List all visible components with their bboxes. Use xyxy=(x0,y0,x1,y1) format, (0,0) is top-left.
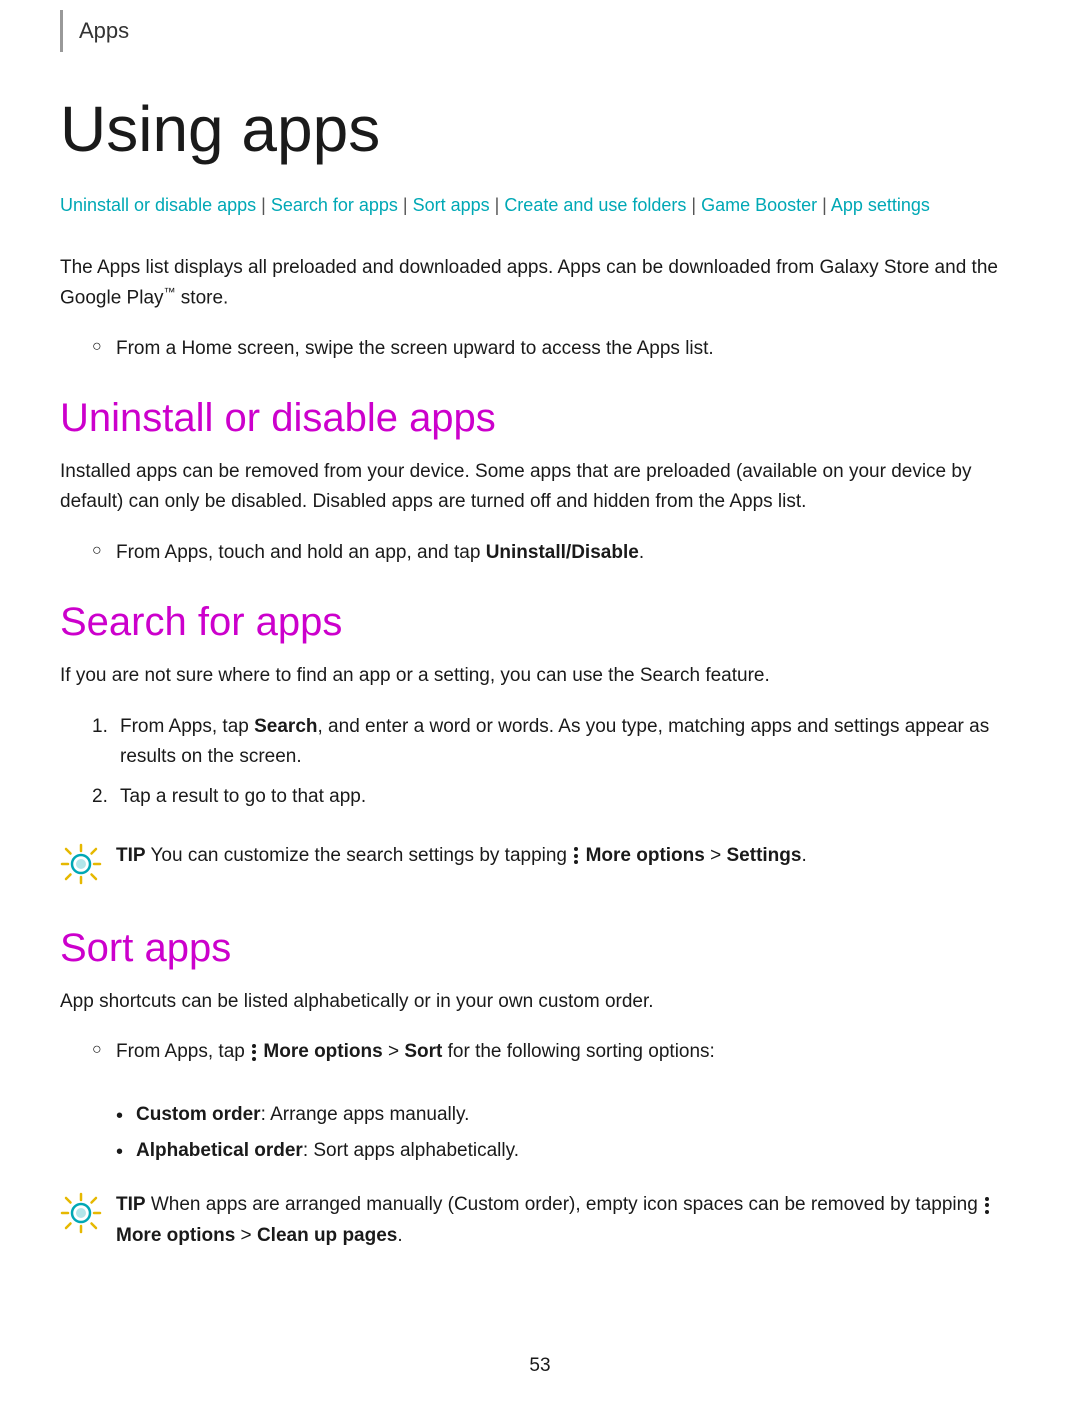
sort-section-text: App shortcuts can be listed alphabetical… xyxy=(60,987,1020,1017)
tip-icon xyxy=(60,841,102,890)
tip-sort: TIP When apps are arranged manually (Cus… xyxy=(60,1190,1020,1251)
list-item: Alphabetical order: Sort apps alphabetic… xyxy=(116,1136,1020,1166)
tip-icon xyxy=(60,1190,102,1239)
breadcrumb-label: Apps xyxy=(79,18,129,43)
list-item: From Apps, tap More options > Sort for t… xyxy=(92,1037,1020,1067)
nav-link-sort[interactable]: Sort apps xyxy=(413,195,490,215)
intro-paragraph: The Apps list displays all preloaded and… xyxy=(60,253,1020,314)
intro-bullet-list: From a Home screen, swipe the screen upw… xyxy=(60,334,1020,364)
page-number: 53 xyxy=(0,1355,1080,1377)
uninstall-bullet-list: From Apps, touch and hold an app, and ta… xyxy=(60,538,1020,568)
uninstall-section-text: Installed apps can be removed from your … xyxy=(60,457,1020,518)
section-heading-sort: Sort apps xyxy=(60,926,1020,971)
list-item: 1. From Apps, tap Search, and enter a wo… xyxy=(92,712,1020,773)
list-item: From a Home screen, swipe the screen upw… xyxy=(92,334,1020,364)
nav-link-search[interactable]: Search for apps xyxy=(271,195,398,215)
three-dots-icon xyxy=(574,847,578,864)
list-item: From Apps, touch and hold an app, and ta… xyxy=(92,538,1020,568)
section-heading-search: Search for apps xyxy=(60,600,1020,645)
nav-links: Uninstall or disable apps | Search for a… xyxy=(60,190,1020,221)
search-section-text: If you are not sure where to find an app… xyxy=(60,661,1020,691)
section-heading-uninstall: Uninstall or disable apps xyxy=(60,396,1020,441)
page-title: Using apps xyxy=(60,92,1020,166)
three-dots-icon xyxy=(985,1197,989,1214)
nav-link-app-settings[interactable]: App settings xyxy=(831,195,930,215)
breadcrumb: Apps xyxy=(60,10,1020,52)
list-item: 2. Tap a result to go to that app. xyxy=(92,782,1020,812)
list-item: Custom order: Arrange apps manually. xyxy=(116,1100,1020,1130)
nav-link-game-booster[interactable]: Game Booster xyxy=(701,195,817,215)
search-numbered-list: 1. From Apps, tap Search, and enter a wo… xyxy=(60,712,1020,813)
nav-link-folders[interactable]: Create and use folders xyxy=(504,195,686,215)
nav-link-uninstall[interactable]: Uninstall or disable apps xyxy=(60,195,256,215)
sort-circle-list: From Apps, tap More options > Sort for t… xyxy=(60,1037,1020,1067)
three-dots-icon xyxy=(252,1044,256,1061)
tip-search: TIP You can customize the search setting… xyxy=(60,841,1020,890)
sort-sub-list: Custom order: Arrange apps manually. Alp… xyxy=(60,1100,1020,1167)
